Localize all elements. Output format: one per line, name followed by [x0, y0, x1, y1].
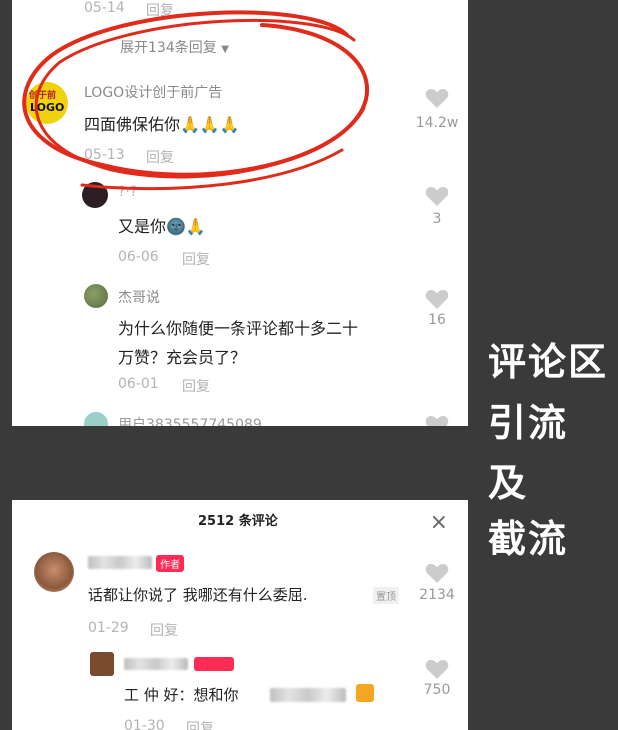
- like-heart-icon[interactable]: [425, 562, 449, 584]
- avatar[interactable]: [90, 652, 114, 676]
- like-count: 16: [428, 312, 446, 328]
- avatar[interactable]: [84, 284, 108, 308]
- comment-date: 06-06: [118, 249, 159, 265]
- close-icon[interactable]: ×: [430, 510, 448, 535]
- comment-count-header: 2512 条评论: [198, 514, 278, 529]
- like-heart-icon[interactable]: [425, 658, 449, 680]
- reply-button[interactable]: 回复: [182, 376, 210, 396]
- comment-author[interactable]: 用户3835557745089: [118, 414, 262, 426]
- avatar[interactable]: [34, 552, 74, 592]
- blurred-badge: [194, 657, 234, 671]
- blurred-username: [88, 556, 152, 569]
- like-count: 3: [432, 211, 442, 227]
- reply-button[interactable]: 回复: [186, 718, 214, 730]
- emoji-sticker: [356, 684, 374, 702]
- blurred-username: [124, 658, 188, 670]
- like-heart-icon[interactable]: [425, 288, 449, 310]
- reply-button[interactable]: 回复: [150, 620, 178, 640]
- reply-button[interactable]: 回复: [182, 249, 210, 269]
- comment-list-top: 05-14 回复 展开134条回复 ▼ 创于前 LOGO LOGO设计创于前广告…: [12, 0, 468, 426]
- comment-date: 01-29: [88, 620, 129, 636]
- pinned-tag: 置顶: [373, 587, 399, 604]
- comment-date: 06-01: [118, 376, 159, 392]
- comment-text: 工 仲 好：想和你: [124, 686, 239, 704]
- comment-sheet: 2512 条评论 × 作者 话都让你说了 我哪还有什么委屈. 置顶 01-29 …: [12, 500, 468, 730]
- like-count: 2134: [419, 587, 455, 603]
- comment-text-continued: 万赞？充会员了？: [118, 348, 247, 367]
- comment-text: 话都让你说了 我哪还有什么委屈.: [88, 586, 308, 604]
- comment-text: 为什么你随便一条评论都十多二十: [118, 319, 359, 338]
- like-count: 750: [423, 682, 451, 698]
- blurred-text: [270, 688, 346, 702]
- side-caption-line1: 评论区: [488, 340, 609, 384]
- comment-author[interactable]: 杰哥说: [118, 287, 160, 307]
- comment-text: 又是你🌚🙏: [118, 217, 206, 236]
- side-caption-line4: 截流: [488, 517, 569, 561]
- author-badge: 作者: [156, 555, 184, 572]
- like-heart-icon[interactable]: [425, 414, 449, 426]
- comment-date: 01-30: [124, 718, 165, 730]
- side-caption-line2: 引流: [488, 401, 569, 445]
- avatar[interactable]: [84, 412, 108, 426]
- annotation-circle: [22, 10, 369, 191]
- side-caption-line3: 及: [488, 461, 529, 505]
